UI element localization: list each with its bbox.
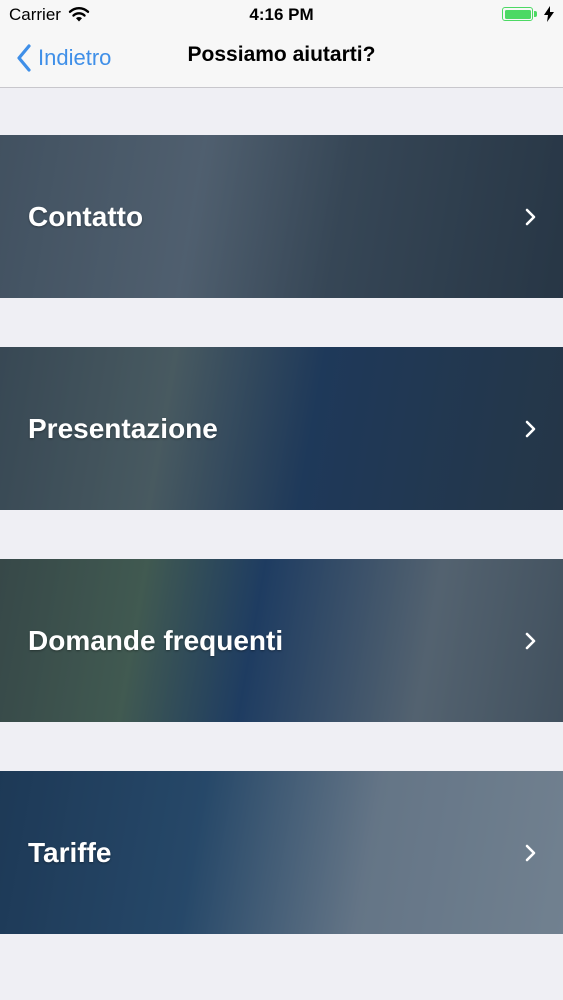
status-time: 4:16 PM [249, 5, 314, 24]
status-bar: Carrier 4:16 PM [0, 0, 563, 30]
menu-item-label: Tariffe [28, 836, 112, 868]
menu-item-label: Contatto [28, 200, 144, 232]
page-title: Possiamo aiutarti? [187, 43, 376, 66]
menu-item-label: Domande frequenti [28, 624, 284, 656]
charging-bolt-icon [544, 6, 554, 22]
battery-cap [534, 11, 537, 17]
chevron-right-icon [525, 632, 536, 649]
menu-item-presentazione[interactable]: Presentazione [0, 347, 563, 510]
chevron-right-icon [525, 208, 536, 225]
menu-item-tariffe[interactable]: Tariffe [0, 771, 563, 934]
menu-item-label: Presentazione [28, 412, 218, 444]
battery-icon [502, 7, 533, 21]
chevron-right-icon [525, 420, 536, 437]
navigation-bar: Indietro Possiamo aiutarti? [0, 30, 563, 88]
menu-item-contatto[interactable]: Contatto [0, 135, 563, 298]
menu-item-domande-frequenti[interactable]: Domande frequenti [0, 559, 563, 722]
chevron-right-icon [525, 844, 536, 861]
